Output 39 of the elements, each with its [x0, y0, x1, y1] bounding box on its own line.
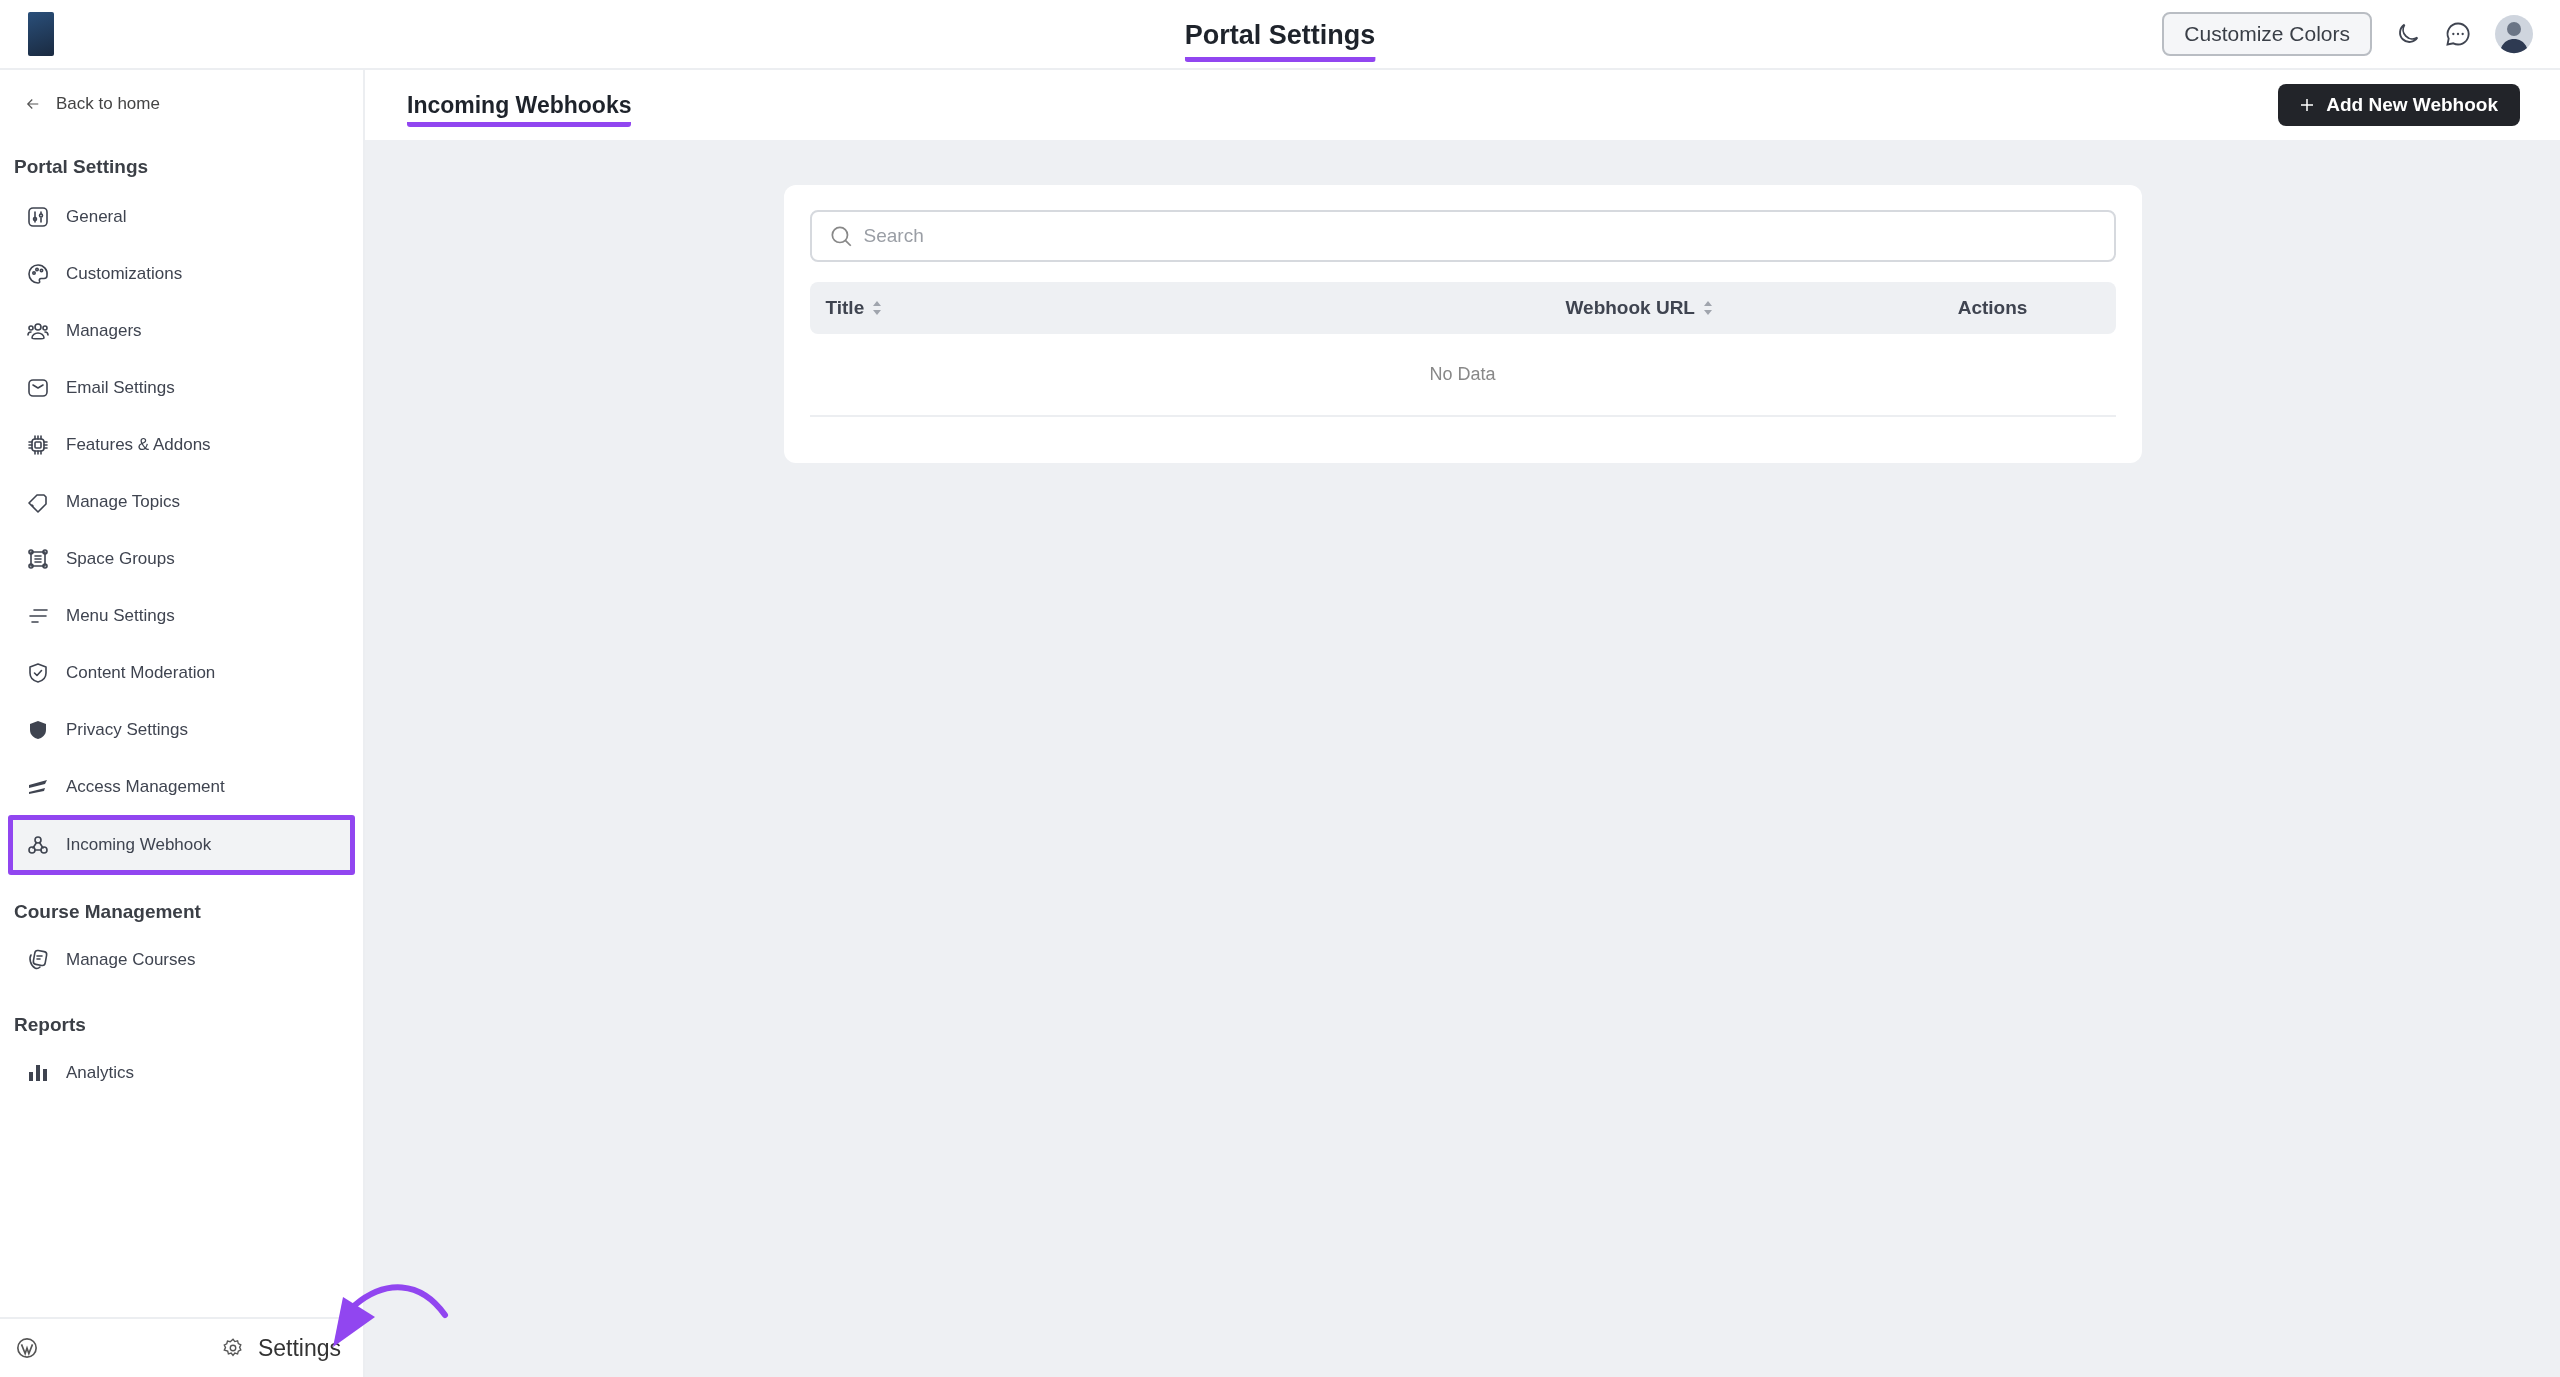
sidebar-item[interactable]: Analytics — [8, 1044, 355, 1101]
menu-item-icon — [26, 432, 50, 457]
user-avatar[interactable] — [2494, 14, 2534, 54]
section-heading: Portal Settings — [13, 155, 150, 179]
column-header: Actions — [1957, 297, 2028, 319]
sidebar-item[interactable]: Email Settings — [8, 359, 355, 416]
settings-icon — [221, 1337, 244, 1359]
sidebar-item[interactable]: Space Groups — [8, 530, 355, 587]
settings-link[interactable]: Settings — [221, 1334, 341, 1362]
wordpress-logo-icon[interactable] — [16, 1337, 38, 1359]
menu-item-icon — [26, 833, 50, 857]
column-header[interactable]: Webhook URL — [1565, 297, 1695, 319]
section-heading: Course Management — [13, 900, 202, 924]
menu-item-icon — [26, 204, 50, 229]
sidebar-item[interactable]: Content Moderation — [8, 644, 355, 701]
menu-item-icon — [26, 660, 50, 685]
column-header[interactable]: Title — [825, 297, 865, 319]
sidebar-item[interactable]: Customizations — [8, 245, 355, 302]
page-heading: Portal Settings — [1184, 20, 1376, 62]
sidebar-item[interactable]: Features & Addons — [8, 416, 355, 473]
page-title: Incoming Webhooks — [407, 91, 632, 127]
sidebar-item[interactable]: Access Management — [8, 758, 355, 815]
menu-item-icon — [26, 546, 50, 571]
section-heading: Reports — [13, 1013, 87, 1037]
add-webhook-button[interactable]: Add New Webhook — [2278, 84, 2520, 126]
sidebar-item[interactable]: Incoming Webhook — [8, 815, 355, 875]
sidebar-item[interactable]: Privacy Settings — [8, 701, 355, 758]
sidebar-item[interactable]: Managers — [8, 302, 355, 359]
menu-item-icon — [26, 947, 50, 972]
back-to-home-link[interactable]: Back to home — [8, 70, 355, 136]
customize-colors-button[interactable]: Customize Colors — [2162, 12, 2372, 56]
sidebar-item[interactable]: Manage Courses — [8, 931, 355, 988]
empty-message: No Data — [809, 334, 2116, 417]
sidebar-item[interactable]: Menu Settings — [8, 587, 355, 644]
chat-bubble-icon[interactable] — [2444, 20, 2472, 48]
sidebar-item[interactable]: General — [8, 188, 355, 245]
search-field[interactable]: Search — [809, 210, 2116, 262]
sidebar-item[interactable]: Manage Topics — [8, 473, 355, 530]
menu-item-icon — [26, 261, 50, 286]
